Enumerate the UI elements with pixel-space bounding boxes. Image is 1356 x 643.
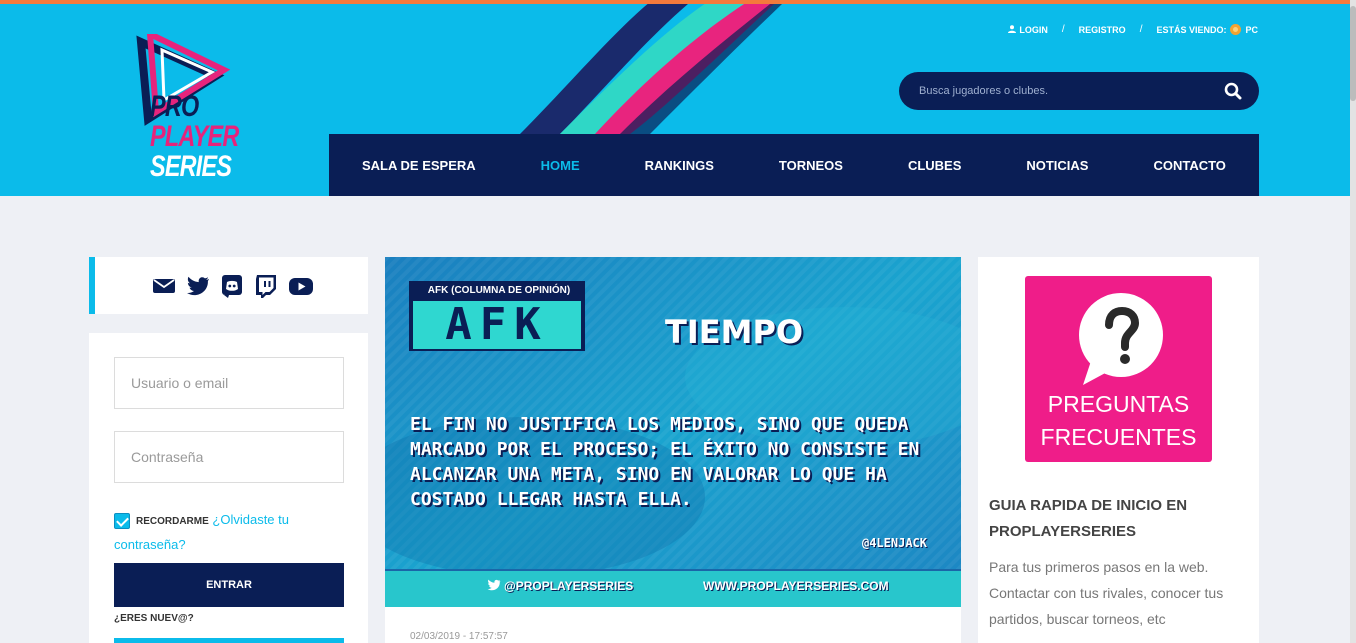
banner-twitter-handle: @PROPLAYERSERIES <box>487 579 633 593</box>
guide-text: Para tus primeros pasos en la web. Conta… <box>989 559 1224 627</box>
discord-icon[interactable] <box>220 274 244 298</box>
banner-footer: @PROPLAYERSERIES WWW.PROPLAYERSERIES.COM <box>385 569 961 607</box>
header-brush-art <box>520 4 782 134</box>
right-sidebar: PREGUNTAS FRECUENTES GUIA RAPIDA DE INIC… <box>978 257 1259 643</box>
twitter-handle-text: @PROPLAYERSERIES <box>504 579 634 593</box>
nav-torneos[interactable]: TORNEOS <box>779 158 843 173</box>
platform-selector[interactable]: PC <box>1245 25 1258 35</box>
register-button[interactable] <box>114 638 344 643</box>
afk-tag: AFK (COLUMNA DE OPINIÓN) AFK <box>409 281 585 351</box>
site-logo[interactable]: PRO PLAYER SERIES <box>136 34 246 189</box>
twitter-icon <box>487 579 501 591</box>
nav-rankings[interactable]: RANKINGS <box>645 158 714 173</box>
username-input[interactable] <box>115 358 343 408</box>
site-header: PRO PLAYER SERIES LOGIN / REGISTRO / EST… <box>0 4 1356 196</box>
login-link[interactable]: LOGIN <box>1008 25 1048 35</box>
post-author: @4LENJACK <box>861 536 927 550</box>
afk-tag-label: AFK (COLUMNA DE OPINIÓN) <box>427 285 571 296</box>
password-field <box>114 431 344 483</box>
remember-row: RECORDARME ¿Olvidaste tu contraseña? <box>114 508 344 556</box>
faq-card[interactable]: PREGUNTAS FRECUENTES <box>1025 276 1212 462</box>
twitter-icon[interactable] <box>186 274 210 298</box>
remember-checkbox[interactable] <box>114 512 130 529</box>
separator: / <box>1139 24 1143 35</box>
logo-text: PRO PLAYER SERIES <box>150 92 263 182</box>
nav-clubes[interactable]: CLUBES <box>908 158 961 173</box>
question-bubble-icon <box>1079 293 1163 385</box>
logo-player: PLAYER <box>150 120 239 153</box>
top-links: LOGIN / REGISTRO / ESTÁS VIENDO: PC <box>1008 24 1258 35</box>
mail-icon[interactable] <box>152 274 176 298</box>
nav-noticias[interactable]: NOTICIAS <box>1026 158 1088 173</box>
login-button[interactable]: ENTRAR <box>114 563 344 607</box>
username-field <box>114 357 344 409</box>
post-date: 02/03/2019 - 17:57:57 <box>410 631 508 642</box>
page-scrollbar[interactable] <box>1350 0 1356 643</box>
search-bar <box>899 72 1259 110</box>
password-input[interactable] <box>115 432 343 482</box>
search-input[interactable] <box>919 82 1209 100</box>
new-user-text: ¿ERES NUEV@? <box>114 613 194 624</box>
faq-label: PREGUNTAS FRECUENTES <box>1040 391 1197 450</box>
news-post[interactable]: AFK (COLUMNA DE OPINIÓN) AFK TIEMPO EL F… <box>385 257 961 643</box>
login-label: LOGIN <box>1019 24 1048 35</box>
main-nav: SALA DE ESPERA HOME RANKINGS TORNEOS CLU… <box>329 134 1259 196</box>
viewing-label: ESTÁS VIENDO: <box>1156 24 1227 35</box>
post-quote: EL FIN NO JUSTIFICA LOS MEDIOS, SINO QUE… <box>410 414 920 510</box>
remember-label: RECORDARME <box>136 516 209 527</box>
register-link[interactable]: REGISTRO <box>1079 25 1126 35</box>
logo-pro: PRO <box>150 90 199 123</box>
guide-title[interactable]: GUIA RAPIDA DE INICIO EN PROPLAYERSERIES <box>989 493 1249 545</box>
nav-contacto[interactable]: CONTACTO <box>1153 158 1225 173</box>
twitch-icon[interactable] <box>254 274 278 298</box>
post-title: TIEMPO <box>665 313 804 351</box>
afk-logo: AFK <box>413 301 581 349</box>
logo-series: SERIES <box>150 150 232 183</box>
user-icon <box>1008 24 1017 33</box>
social-links <box>89 257 368 314</box>
login-panel: RECORDARME ¿Olvidaste tu contraseña? ENT… <box>89 333 368 643</box>
post-banner[interactable]: AFK (COLUMNA DE OPINIÓN) AFK TIEMPO EL F… <box>385 257 961 607</box>
nav-home[interactable]: HOME <box>541 158 580 173</box>
nav-sala-de-espera[interactable]: SALA DE ESPERA <box>362 158 476 173</box>
banner-website: WWW.PROPLAYERSERIES.COM <box>703 579 889 593</box>
search-icon[interactable] <box>1224 82 1242 100</box>
platform-icon <box>1230 24 1242 35</box>
youtube-icon[interactable] <box>288 274 313 298</box>
separator: / <box>1061 24 1065 35</box>
scrollbar-thumb[interactable] <box>1350 6 1356 101</box>
